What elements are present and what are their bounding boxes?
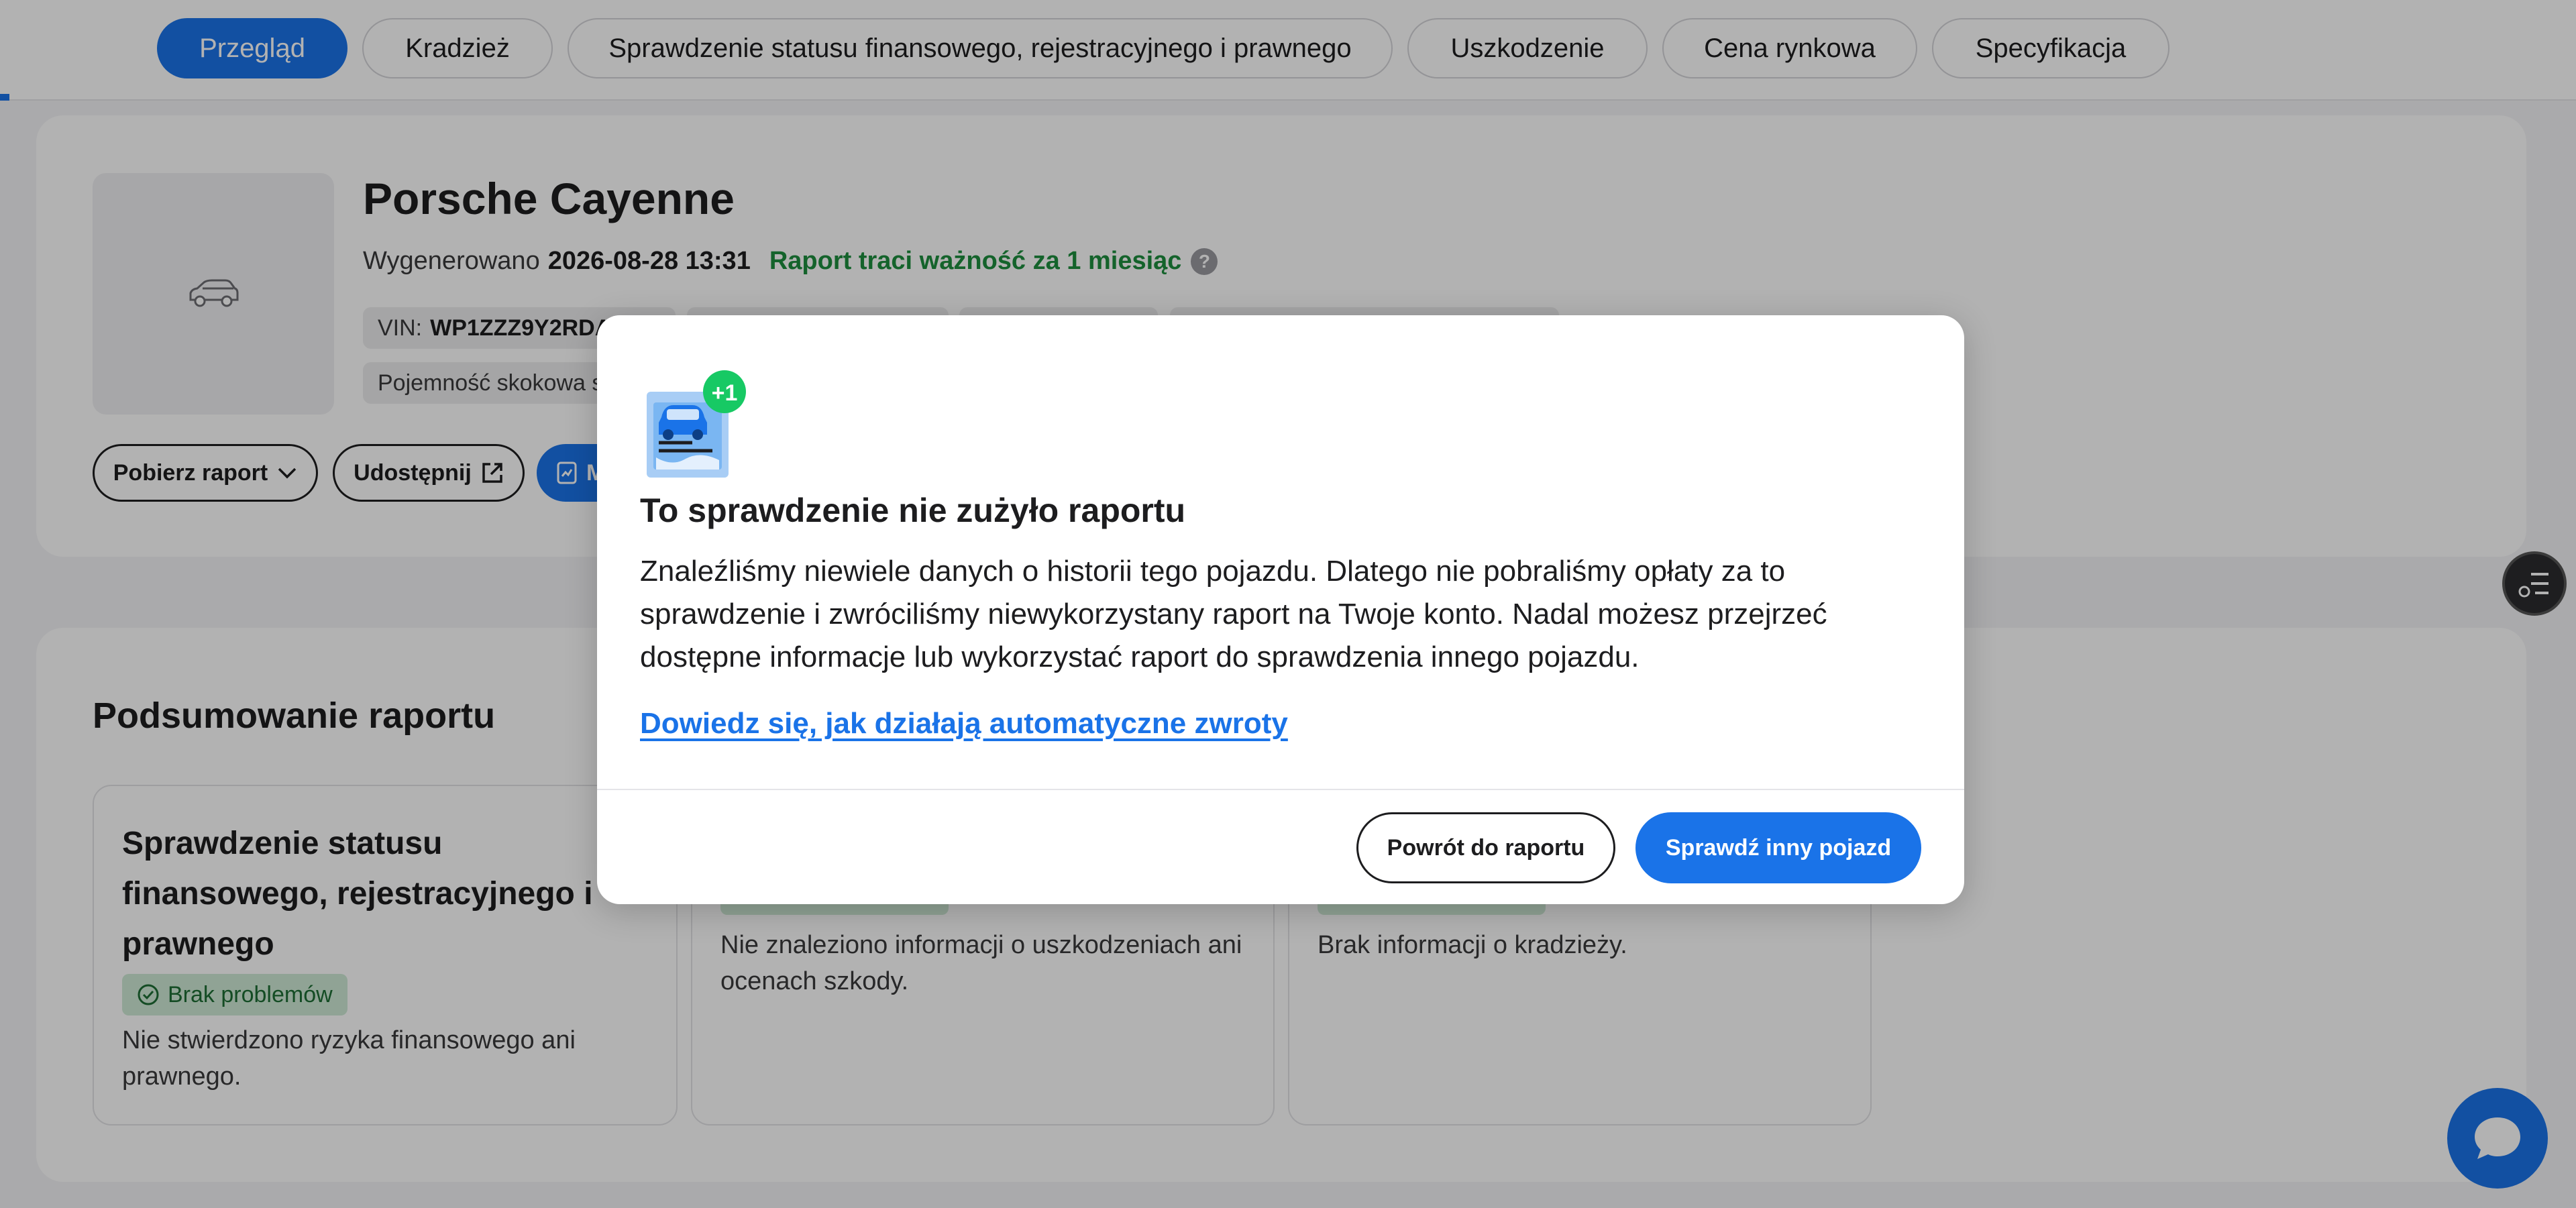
check-other-vehicle-button[interactable]: Sprawdź inny pojazd <box>1635 812 1921 883</box>
modal-title: To sprawdzenie nie zużyło raportu <box>640 492 1186 529</box>
auto-refund-link[interactable]: Dowiedz się, jak działają automatyczne z… <box>640 707 1288 740</box>
refund-modal: +1 To sprawdzenie nie zużyło raportu Zna… <box>597 315 1964 904</box>
modal-body: Znaleźliśmy niewiele danych o historii t… <box>640 555 1827 673</box>
modal-divider <box>597 789 1964 790</box>
back-to-report-button[interactable]: Powrót do raportu <box>1356 812 1615 883</box>
plus-one-badge: +1 <box>711 380 738 406</box>
